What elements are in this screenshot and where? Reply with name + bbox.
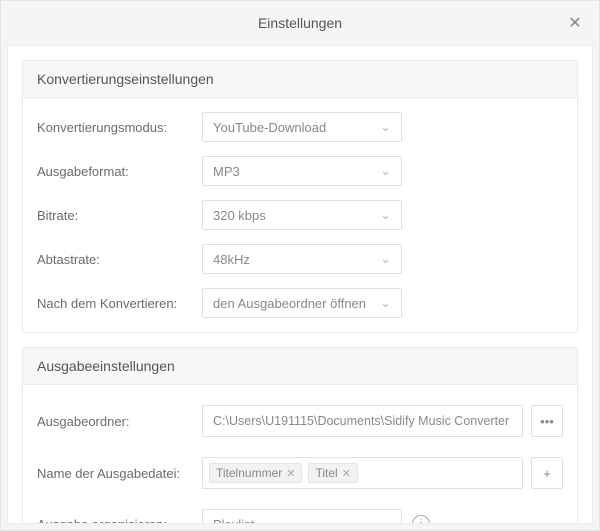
chevron-down-icon: ⌄ [380,207,391,223]
row-filename: Name der Ausgabedatei: Titelnummer ✕ Tit… [23,451,577,489]
select-bitrate[interactable]: 320 kbps ⌄ [202,200,402,230]
label-folder: Ausgabeordner: [37,414,202,429]
tag-label: Titel [315,466,337,480]
filename-tags-input[interactable]: Titelnummer ✕ Titel ✕ [202,457,523,489]
row-mode: Konvertierungsmodus: YouTube-Download ⌄ [23,106,577,142]
plus-icon: + [543,466,551,481]
output-folder-input[interactable]: C:\Users\U191115\Documents\Sidify Music … [202,405,523,437]
label-samplerate: Abtastrate: [37,252,202,267]
add-tag-button[interactable]: + [531,457,563,489]
chevron-down-icon: ⌄ [380,516,391,524]
row-after: Nach dem Konvertieren: den Ausgabeordner… [23,282,577,318]
output-folder-value: C:\Users\U191115\Documents\Sidify Music … [213,414,509,428]
section-output: Ausgabeeinstellungen Ausgabeordner: C:\U… [22,347,578,524]
tag-titlenumber[interactable]: Titelnummer ✕ [209,463,302,483]
select-format[interactable]: MP3 ⌄ [202,156,402,186]
label-after: Nach dem Konvertieren: [37,296,202,311]
chevron-down-icon: ⌄ [380,251,391,267]
chevron-down-icon: ⌄ [380,295,391,311]
chevron-down-icon: ⌄ [380,163,391,179]
window-title: Einstellungen [258,15,342,31]
label-organize: Ausgabe organisieren: [37,517,202,525]
chevron-down-icon: ⌄ [380,119,391,135]
select-mode-value: YouTube-Download [213,120,326,135]
row-organize: Ausgabe organisieren: Playlist ⌄ i [23,503,577,524]
section-conversion: Konvertierungseinstellungen Konvertierun… [22,60,578,333]
label-format: Ausgabeformat: [37,164,202,179]
content-area: Konvertierungseinstellungen Konvertierun… [7,45,593,524]
label-bitrate: Bitrate: [37,208,202,223]
titlebar: Einstellungen ✕ [1,1,599,45]
select-organize[interactable]: Playlist ⌄ [202,509,402,524]
browse-folder-button[interactable]: ••• [531,405,563,437]
row-format: Ausgabeformat: MP3 ⌄ [23,150,577,186]
select-samplerate[interactable]: 48kHz ⌄ [202,244,402,274]
section-header-output: Ausgabeeinstellungen [23,348,577,385]
remove-tag-icon[interactable]: ✕ [342,467,351,480]
settings-window: Einstellungen ✕ Konvertierungseinstellun… [0,0,600,531]
section-header-conversion: Konvertierungseinstellungen [23,61,577,98]
select-samplerate-value: 48kHz [213,252,250,267]
select-organize-value: Playlist [213,517,254,525]
select-after-value: den Ausgabeordner öffnen [213,296,366,311]
label-filename: Name der Ausgabedatei: [37,466,202,481]
row-folder: Ausgabeordner: C:\Users\U191115\Document… [23,399,577,437]
row-samplerate: Abtastrate: 48kHz ⌄ [23,238,577,274]
label-mode: Konvertierungsmodus: [37,120,202,135]
info-icon[interactable]: i [412,515,430,524]
tag-title[interactable]: Titel ✕ [308,463,357,483]
close-button[interactable]: ✕ [563,11,587,35]
remove-tag-icon[interactable]: ✕ [286,467,295,480]
close-icon: ✕ [568,13,581,33]
select-mode[interactable]: YouTube-Download ⌄ [202,112,402,142]
tag-label: Titelnummer [216,466,282,480]
select-after[interactable]: den Ausgabeordner öffnen ⌄ [202,288,402,318]
select-bitrate-value: 320 kbps [213,208,266,223]
row-bitrate: Bitrate: 320 kbps ⌄ [23,194,577,230]
info-glyph: i [420,518,422,524]
ellipsis-icon: ••• [540,414,554,429]
select-format-value: MP3 [213,164,240,179]
